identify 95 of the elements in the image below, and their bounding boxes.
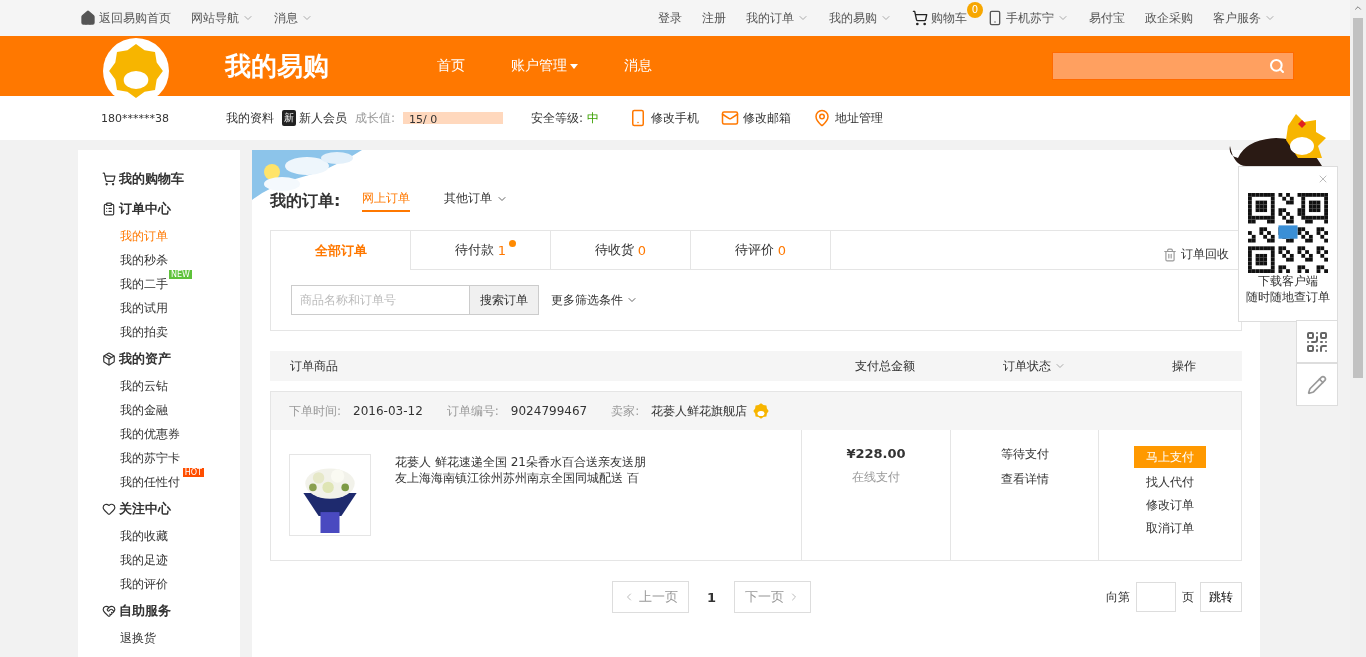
- seller-icon: [753, 403, 770, 419]
- top-nav-link[interactable]: 手机苏宁: [987, 9, 1069, 27]
- sidebar-item[interactable]: 我的金融: [102, 398, 168, 422]
- order-search-field[interactable]: 商品名称和订单号: [291, 285, 469, 315]
- brand-title: 我的易购: [225, 49, 330, 83]
- user-id: 180******38: [101, 111, 170, 125]
- recycle-link[interactable]: 订单回收: [1163, 246, 1229, 263]
- page-input[interactable]: [1136, 582, 1176, 612]
- cart-icon: [912, 10, 928, 26]
- sidebar-section-title: 我的购物车: [119, 170, 184, 188]
- order-action-link[interactable]: 取消订单: [1146, 520, 1194, 537]
- growth-label: 成长值:: [355, 109, 396, 127]
- search-orders-button[interactable]: 搜索订单: [469, 285, 539, 315]
- sidebar-item[interactable]: 我的拍卖: [102, 320, 168, 344]
- heart-icon: [102, 502, 116, 516]
- security-label: 安全等级:: [531, 109, 584, 127]
- account-action-link[interactable]: 修改手机: [629, 109, 700, 127]
- sidebar-item[interactable]: 我的二手: [102, 272, 168, 296]
- sidebar-section-title: 关注中心: [119, 500, 171, 518]
- panel-caption: 下载客户端: [1258, 273, 1318, 289]
- panel-caption: 随时随地查订单: [1246, 289, 1330, 305]
- growth-reading: 15/ 0: [408, 113, 438, 126]
- account-action-link[interactable]: 修改邮箱: [721, 109, 792, 127]
- sidebar-item[interactable]: 我的优惠券: [102, 422, 180, 446]
- order-number-label: 订单编号:: [446, 402, 499, 420]
- order-source-tab[interactable]: 其他订单: [444, 187, 509, 212]
- top-nav-link[interactable]: 客户服务: [1213, 9, 1276, 27]
- order-action-link[interactable]: 修改订单: [1146, 497, 1194, 514]
- phone-icon: [987, 10, 1003, 26]
- mail-icon: [721, 109, 740, 127]
- top-nav-link[interactable]: 购物车: [912, 9, 967, 27]
- top-nav-link[interactable]: 我的易购: [829, 9, 892, 27]
- scroll-up-icon: [1353, 3, 1363, 13]
- date-label: 下单时间:: [289, 402, 342, 420]
- column-header: 操作: [1172, 357, 1196, 375]
- sidebar-section-title: 自助服务: [119, 602, 171, 620]
- sidebar-item[interactable]: 我的任性付: [102, 470, 180, 494]
- sidebar-item[interactable]: 我的苏宁卡: [102, 446, 180, 470]
- top-nav-link[interactable]: 消息: [274, 9, 313, 27]
- seller-name: 花蒌人鲜花旗舰店: [651, 402, 748, 420]
- column-header: 支付总金额: [855, 357, 915, 375]
- security-level: 中: [587, 109, 600, 127]
- jump-prefix: 向第: [1106, 588, 1130, 606]
- jump-button[interactable]: 跳转: [1200, 582, 1242, 612]
- details-link[interactable]: 查看详情: [1000, 471, 1049, 488]
- sidebar-item[interactable]: 我的试用: [102, 296, 168, 320]
- search-icon: [1269, 58, 1285, 74]
- pencil-icon: [1307, 374, 1327, 395]
- seller-label: 卖家:: [611, 402, 640, 420]
- order-number: 9024799467: [510, 404, 588, 418]
- sidebar-section-title: 我的资产: [119, 350, 171, 368]
- member-level: 新人会员: [299, 109, 347, 127]
- home-icon: [80, 10, 96, 26]
- sidebar-item[interactable]: 退换货: [102, 626, 156, 650]
- top-nav-link[interactable]: 易付宝: [1089, 9, 1125, 27]
- handshake-icon: [102, 604, 116, 618]
- item-tag: HOT: [182, 468, 204, 477]
- top-nav-link[interactable]: 政企采购: [1145, 9, 1193, 27]
- sidebar-item[interactable]: 我的评价: [102, 572, 168, 596]
- trash-icon: [1163, 247, 1177, 262]
- column-header[interactable]: 订单状态: [1002, 357, 1066, 375]
- filter-dropdown[interactable]: 更多筛选条件: [551, 291, 638, 309]
- sidebar-item[interactable]: 我的秒杀: [102, 248, 168, 272]
- map-pin-icon: [813, 109, 832, 127]
- caret-icon: [570, 63, 578, 69]
- top-nav-link[interactable]: 网站导航: [191, 9, 254, 27]
- account-action-link[interactable]: 地址管理: [813, 109, 884, 127]
- top-nav-link[interactable]: 登录: [658, 9, 682, 27]
- qr-code-button[interactable]: [1296, 320, 1338, 363]
- column-header: 订单商品: [290, 357, 338, 375]
- order-status: 等待支付: [1000, 446, 1049, 463]
- search-field[interactable]: [1052, 52, 1294, 80]
- top-nav-link[interactable]: 返回易购首页: [80, 9, 171, 27]
- page-title: 我的订单:: [270, 190, 341, 212]
- top-nav-link[interactable]: 注册: [702, 9, 726, 27]
- jump-suffix: 页: [1182, 588, 1194, 606]
- edit-button[interactable]: [1296, 363, 1338, 406]
- qr-code-icon: [1305, 329, 1329, 354]
- order-amount: ¥228.00: [846, 446, 906, 461]
- product-title[interactable]: 花蒌人 鲜花速递全国 21朵香水百合送亲友送朋友上海海南镇江徐州苏州南京全国同城配送 百: [395, 454, 655, 560]
- sidebar-item[interactable]: 我的收藏: [102, 524, 168, 548]
- item-tag: NEW: [169, 270, 192, 279]
- sidebar-item[interactable]: 我的足迹: [102, 548, 168, 572]
- member-badge: 新: [282, 110, 296, 126]
- cart-count: 0: [967, 1, 983, 18]
- payment-method: 在线支付: [852, 469, 900, 486]
- list-icon: [102, 202, 116, 216]
- sidebar-section-title: 订单中心: [119, 200, 171, 218]
- page-number[interactable]: 1: [707, 589, 717, 605]
- top-nav-link[interactable]: 我的订单: [746, 9, 809, 27]
- order-date: 2016-03-12: [353, 404, 423, 418]
- cart-icon: [102, 172, 116, 186]
- order-action-link[interactable]: 找人代付: [1146, 474, 1194, 491]
- sidebar-item[interactable]: 我的云钻: [102, 374, 168, 398]
- close-icon[interactable]: [1317, 173, 1329, 185]
